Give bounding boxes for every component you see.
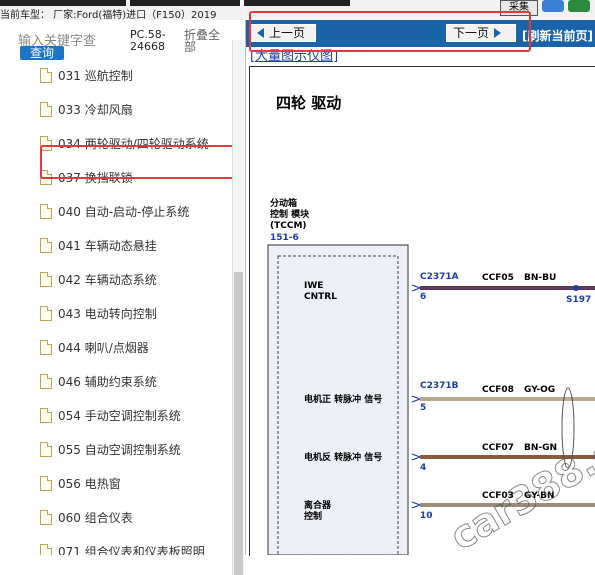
tree-item[interactable]: 044 喇叭/点烟器 xyxy=(40,336,149,358)
document-icon xyxy=(40,475,52,491)
module-code: 151-6 xyxy=(270,233,299,243)
tree-item[interactable]: 056 电热窗 xyxy=(40,472,121,494)
tree-item[interactable]: 060 组合仪表 xyxy=(40,506,133,528)
wire-color: BN-GN xyxy=(524,443,557,453)
tree-item[interactable]: 033 冷却风扇 xyxy=(40,98,133,120)
tool-icon[interactable] xyxy=(542,0,564,12)
document-icon xyxy=(40,509,52,525)
sidebar-scrollbar[interactable] xyxy=(232,40,244,575)
document-icon xyxy=(40,543,52,555)
pin-name: CNTRL xyxy=(304,292,337,302)
wiring-diagram: 分动箱 控制 模块 (TCCM) 151-6 IWE CNTRL C2371A … xyxy=(267,197,595,555)
connector-label: C2371B xyxy=(420,381,459,391)
module-label: (TCCM) xyxy=(270,221,307,231)
pin-name: IWE xyxy=(304,281,323,291)
circuit-id: CCF05 xyxy=(482,273,514,283)
pin-arrow xyxy=(411,284,422,292)
splice-label: S197 xyxy=(566,295,591,305)
document-icon xyxy=(40,407,52,423)
circuit-id: CCF08 xyxy=(482,385,514,395)
document-icon xyxy=(40,339,52,355)
pin-name: 控制 xyxy=(304,510,322,522)
circuit-id: CCF07 xyxy=(482,443,514,453)
pin-number: 10 xyxy=(420,511,433,521)
pin-number: 5 xyxy=(420,403,426,413)
connector-label: C2371A xyxy=(420,272,459,282)
scrollbar-thumb[interactable] xyxy=(234,272,243,575)
document-icon xyxy=(40,67,52,83)
module-label: 控制 模块 xyxy=(270,208,310,220)
vehicle-title: 当前车型： 厂家:Ford(福特)进口（F150）2019 xyxy=(0,10,217,21)
tree-item[interactable]: 040 自动-启动-停止系统 xyxy=(40,200,189,222)
pin-arrow xyxy=(411,453,422,461)
collapse-all-button[interactable]: 折叠全部 xyxy=(184,29,228,53)
toolbar-strip xyxy=(244,0,350,6)
pc-code: PC.58-24668 xyxy=(130,28,166,53)
pin-arrow xyxy=(411,501,422,509)
tree-item[interactable]: 071 组合仪表和仪表板照明 xyxy=(40,540,205,555)
tree-list: 031 巡航控制 033 冷却风扇 034 两轮驱动/四轮驱动系统 037 换挡… xyxy=(0,62,232,555)
selection-highlight xyxy=(40,145,240,179)
watermark-text: car388.c xyxy=(443,429,595,555)
wire-color: GY-OG xyxy=(524,385,555,395)
wire-color: BN-BU xyxy=(524,273,556,283)
splice-dot xyxy=(573,285,579,291)
pin-name: 电机反 转脉冲 信号 xyxy=(304,451,382,463)
tree-item[interactable]: 055 自动空调控制系统 xyxy=(40,438,181,460)
content-pane: 上一页 下一页 [刷新当前页] [大量图示仅图] 四轮 驱动 分动箱 控制 模块… xyxy=(246,20,595,556)
document-icon xyxy=(40,441,52,457)
document-icon xyxy=(40,373,52,389)
pin-name: 离合器 xyxy=(304,499,332,511)
sidebar: 输入关键字查 查询 PC.58-24668 折叠全部 031 巡航控制 033 … xyxy=(0,20,246,575)
tree-item[interactable]: 031 巡航控制 xyxy=(40,64,133,86)
pin-arrow xyxy=(411,395,422,403)
tree-item[interactable]: 042 车辆动态系统 xyxy=(40,268,157,290)
document-icon xyxy=(40,305,52,321)
pin-name: 电机正 转脉冲 信号 xyxy=(304,393,382,405)
tree-item[interactable]: 046 辅助约束系统 xyxy=(40,370,157,392)
tree-item[interactable]: 054 手动空调控制系统 xyxy=(40,404,181,426)
tool-icon[interactable] xyxy=(568,0,590,12)
module-label: 分动箱 xyxy=(270,197,297,209)
tree-item[interactable]: 041 车辆动态悬挂 xyxy=(40,234,157,256)
pin-number: 4 xyxy=(420,463,426,473)
document-icon xyxy=(40,203,52,219)
nav-highlight xyxy=(249,11,531,52)
document-icon xyxy=(40,101,52,117)
document-icon xyxy=(40,237,52,253)
pin-number: 6 xyxy=(420,292,426,302)
tree-item[interactable]: 043 电动转向控制 xyxy=(40,302,157,324)
search-button[interactable]: 查询 xyxy=(20,46,64,60)
document-icon xyxy=(40,271,52,287)
